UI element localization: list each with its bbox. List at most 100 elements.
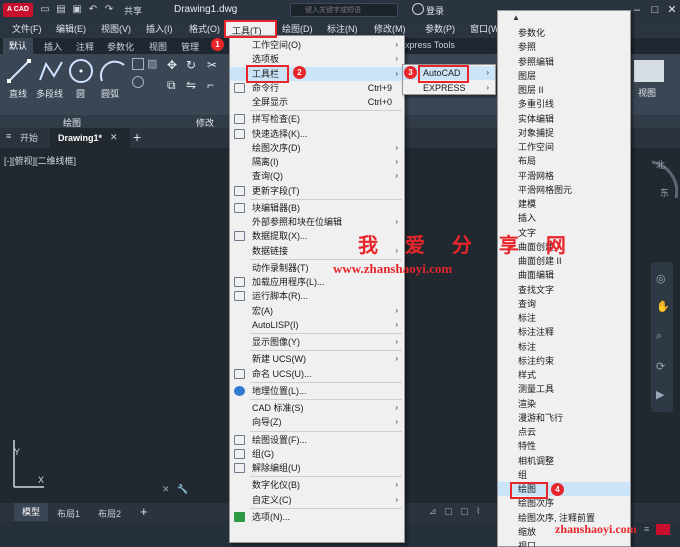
tools-menu-item[interactable]: 绘图次序(D) ›: [230, 141, 404, 155]
tools-menu-item[interactable]: CAD 标准(S) ›: [230, 401, 404, 415]
menu-file[interactable]: 文件(F): [12, 22, 42, 35]
autocad-toolbar-item[interactable]: 标注注释: [498, 325, 630, 339]
tools-menu-item[interactable]: 拼写检查(E): [230, 112, 404, 126]
tab-layout1[interactable]: 布局1: [57, 507, 80, 520]
tools-menu-item[interactable]: 块编辑器(B): [230, 201, 404, 215]
tools-menu-item[interactable]: 宏(A) ›: [230, 304, 404, 318]
tools-menu-item[interactable]: 查询(Q) ›: [230, 169, 404, 183]
tools-menu-item[interactable]: 外部参照和块在位编辑 ›: [230, 215, 404, 229]
autocad-toolbar-item[interactable]: 漫游和飞行: [498, 411, 630, 425]
mirror-tool-icon[interactable]: ⇋: [186, 78, 196, 92]
customize-status-icon[interactable]: ≡: [644, 524, 649, 534]
autocad-toolbar-item[interactable]: 查找文字: [498, 283, 630, 297]
autocad-toolbar-item[interactable]: 相机调整: [498, 454, 630, 468]
ribbon-tab-express[interactable]: Express Tools: [399, 40, 455, 50]
close-command-icon[interactable]: ✕: [162, 484, 170, 495]
autocad-toolbar-item[interactable]: 图层 II: [498, 83, 630, 97]
tools-menu-item[interactable]: 工作空间(O) ›: [230, 38, 404, 52]
autocad-toolbar-item[interactable]: 查询: [498, 297, 630, 311]
polyline-tool-icon[interactable]: [38, 58, 64, 84]
undo-icon[interactable]: ↶: [86, 3, 100, 17]
autocad-toolbar-item[interactable]: 布局: [498, 154, 630, 168]
tab-start[interactable]: 开始: [20, 131, 38, 144]
ribbon-tab-view[interactable]: 视图: [149, 40, 167, 53]
tools-menu-item[interactable]: 解除编组(U): [230, 461, 404, 475]
menu-format[interactable]: 格式(O): [189, 22, 220, 35]
autocad-toolbar-item[interactable]: 参照: [498, 40, 630, 54]
login-button[interactable]: 登录: [426, 4, 444, 17]
maximize-icon[interactable]: □: [646, 2, 664, 18]
orbit-icon[interactable]: ⟳: [656, 360, 665, 373]
zoom-icon[interactable]: ⌕: [656, 330, 662, 343]
save-icon[interactable]: ▣: [70, 3, 84, 17]
tools-menu-item[interactable]: 全屏显示 Ctrl+0: [230, 95, 404, 109]
tools-menu-item[interactable]: 快速选择(K)...: [230, 127, 404, 141]
autocad-toolbar-item[interactable]: 点云: [498, 425, 630, 439]
circle-tool-icon[interactable]: [67, 57, 95, 85]
status-icon-2[interactable]: ▢: [444, 506, 453, 517]
tools-menu-item[interactable]: 绘图设置(F)...: [230, 433, 404, 447]
autocad-toolbar-item[interactable]: 图层: [498, 69, 630, 83]
close-tab-icon[interactable]: ✕: [110, 132, 118, 143]
menu-insert[interactable]: 插入(I): [146, 22, 173, 35]
ellipse-tool-icon[interactable]: [132, 76, 144, 88]
tools-menu-item[interactable]: 命名 UCS(U)...: [230, 367, 404, 381]
tools-menu-item[interactable]: 显示图像(Y) ›: [230, 335, 404, 349]
tools-menu-item[interactable]: 隔离(I) ›: [230, 155, 404, 169]
arc-tool-icon[interactable]: [99, 57, 127, 85]
viewport-label[interactable]: [-][俯视][二维线框]: [4, 154, 76, 167]
line-tool-icon[interactable]: [6, 58, 32, 84]
tools-menu-item[interactable]: 运行脚本(R)...: [230, 289, 404, 303]
autocad-toolbar-item[interactable]: 特性: [498, 439, 630, 453]
pan-icon[interactable]: ✋: [656, 300, 670, 313]
ribbon-tab-insert[interactable]: 插入: [44, 40, 62, 53]
autocad-toolbar-item[interactable]: 插入: [498, 211, 630, 225]
steering-wheel-icon[interactable]: ◎: [656, 272, 666, 285]
menu-modify[interactable]: 修改(M): [374, 22, 406, 35]
tools-menu-item[interactable]: 加载应用程序(L)...: [230, 275, 404, 289]
autocad-toolbar-item[interactable]: 参数化: [498, 26, 630, 40]
copy-tool-icon[interactable]: ⧉: [167, 78, 176, 93]
open-folder-icon[interactable]: ▤: [54, 3, 68, 17]
autocad-toolbar-item[interactable]: 样式: [498, 368, 630, 382]
tools-menu-item[interactable]: AutoLISP(I) ›: [230, 318, 404, 332]
menu-icon[interactable]: ≡: [6, 131, 11, 141]
tools-menu-item[interactable]: 组(G): [230, 447, 404, 461]
tab-drawing[interactable]: Drawing1*: [50, 128, 130, 148]
rectangle-tool-icon[interactable]: [132, 58, 144, 70]
search-input[interactable]: [291, 4, 397, 17]
autocad-toolbar-item[interactable]: 视口: [498, 539, 630, 547]
menu-parametric[interactable]: 参数(P): [425, 22, 455, 35]
ribbon-tab-annotate[interactable]: 注释: [76, 40, 94, 53]
viewcube[interactable]: [632, 148, 678, 238]
tools-menu-item[interactable]: 自定义(C) ›: [230, 493, 404, 507]
tab-layout2[interactable]: 布局2: [98, 507, 121, 520]
toolbar-sub-express[interactable]: EXPRESS ›: [403, 81, 495, 95]
tools-menu-item[interactable]: 选项(N)...: [230, 510, 404, 524]
new-file-icon[interactable]: ▭: [38, 3, 52, 17]
app-logo[interactable]: A CAD: [3, 3, 33, 17]
autocad-toolbar-item[interactable]: 标注: [498, 340, 630, 354]
status-icon-1[interactable]: ⊿: [429, 506, 437, 517]
autocad-toolbar-item[interactable]: 渲染: [498, 397, 630, 411]
tools-menu-item[interactable]: 向导(Z) ›: [230, 415, 404, 429]
tools-menu-item[interactable]: 新建 UCS(W) ›: [230, 352, 404, 366]
menu-dimension[interactable]: 标注(N): [327, 22, 358, 35]
redo-icon[interactable]: ↷: [102, 3, 116, 17]
ribbon-tab-manage[interactable]: 管理: [181, 40, 199, 53]
status-icon-4[interactable]: ⌇: [476, 506, 480, 517]
autocad-toolbar-item[interactable]: 标注约束: [498, 354, 630, 368]
close-icon[interactable]: ✕: [663, 2, 680, 18]
new-tab-icon[interactable]: +: [133, 129, 141, 145]
share-button[interactable]: 共享: [124, 4, 142, 17]
ribbon-tab-default[interactable]: 默认: [3, 38, 33, 54]
view-button-icon[interactable]: [634, 60, 664, 82]
tools-menu-item[interactable]: 地理位置(L)...: [230, 384, 404, 398]
move-tool-icon[interactable]: ✥: [167, 58, 177, 72]
autocad-toolbar-item[interactable]: 建模: [498, 197, 630, 211]
trim-tool-icon[interactable]: ✂: [207, 58, 217, 72]
menu-edit[interactable]: 编辑(E): [56, 22, 86, 35]
autocad-toolbar-item[interactable]: 平滑网格图元: [498, 183, 630, 197]
scroll-up-icon[interactable]: ▲: [512, 13, 520, 22]
autocad-toolbar-item[interactable]: 实体编辑: [498, 112, 630, 126]
